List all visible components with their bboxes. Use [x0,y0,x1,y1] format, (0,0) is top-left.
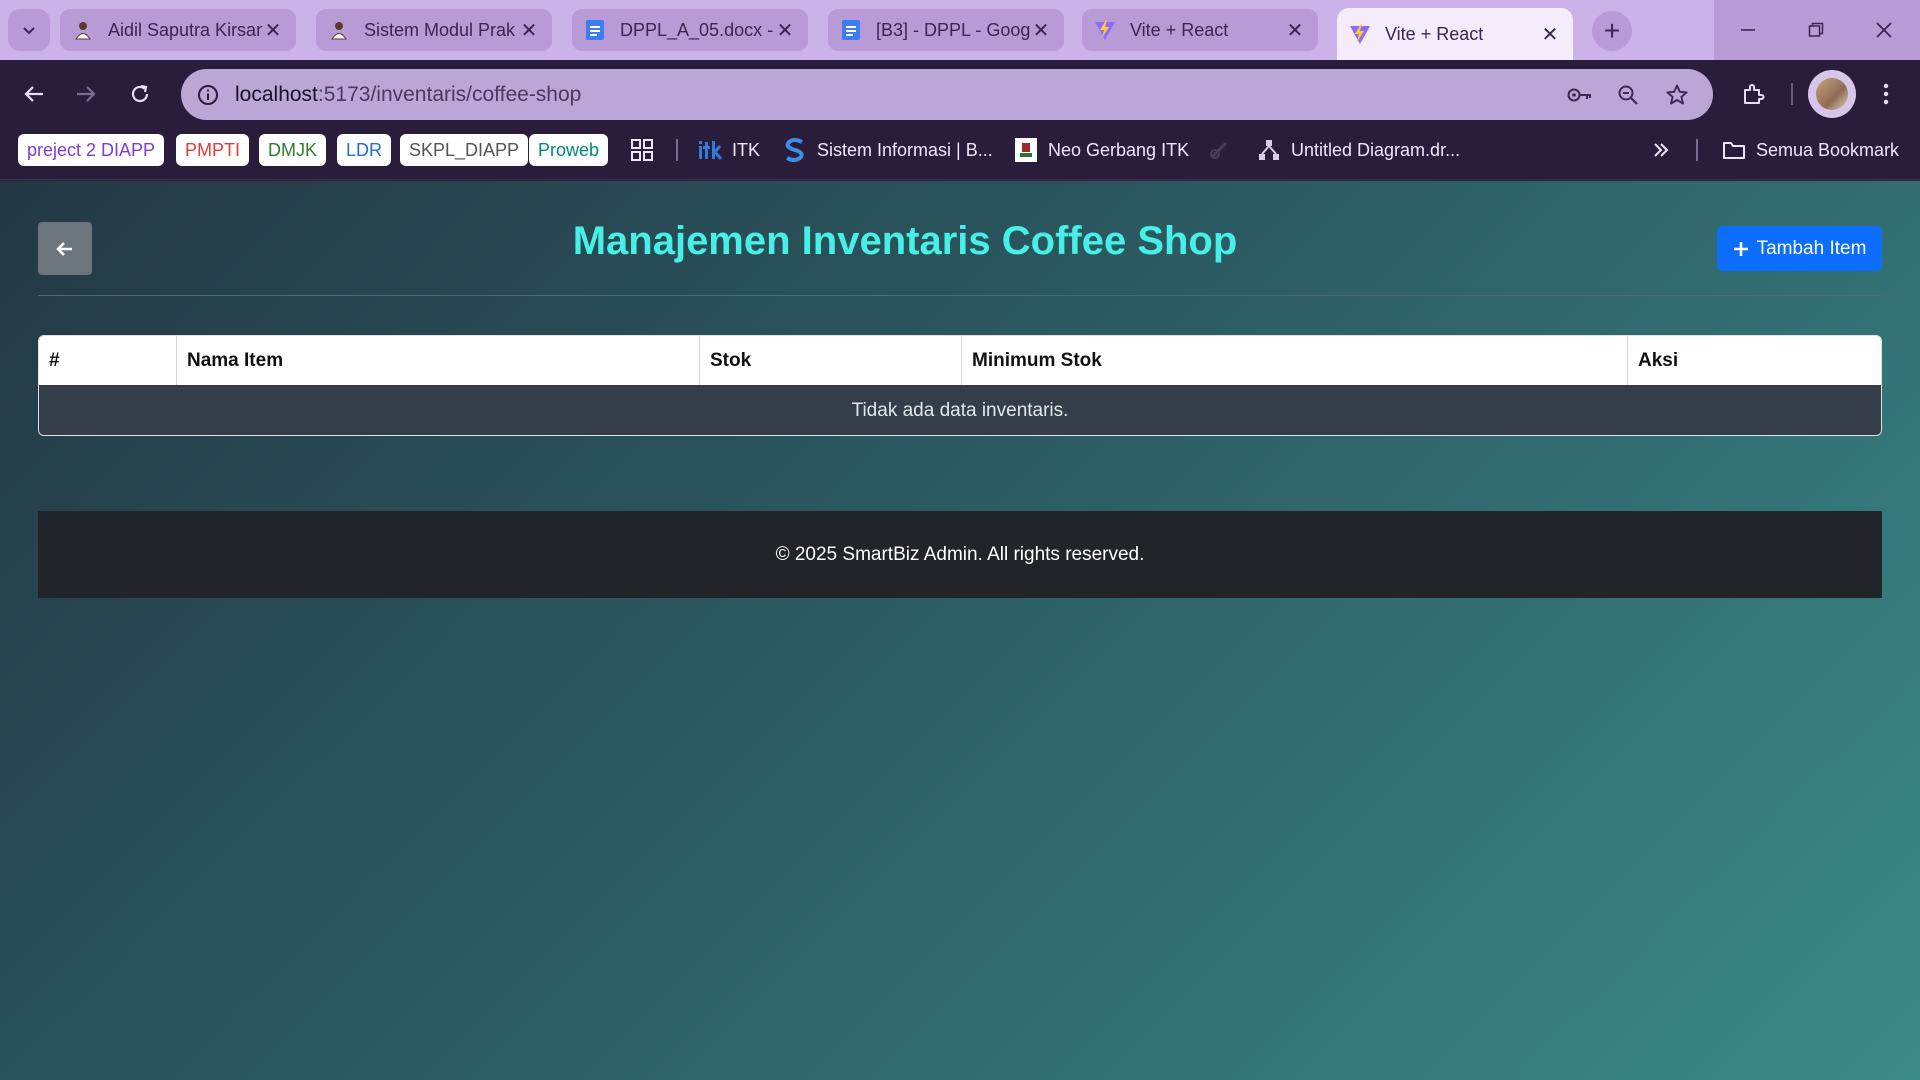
add-item-label: Tambah Item [1756,237,1867,259]
bookmark-label: Sistem Informasi | B... [817,139,993,160]
zoom-icon[interactable] [1611,78,1645,112]
page-title: Manajemen Inventaris Coffee Shop [572,219,1238,263]
column-header-stock: Stok [700,336,962,385]
tab[interactable]: Vite + React ✕ [1082,9,1318,51]
all-bookmarks-button[interactable]: Semua Bookmark [1722,134,1899,166]
toolbar-divider [1791,83,1793,105]
folder-icon [1722,138,1746,162]
tab-title: Aidil Saputra Kirsan [108,19,262,40]
docs-favicon-icon [584,19,606,41]
menu-dots-icon[interactable] [1866,74,1906,114]
extensions-icon[interactable] [1733,74,1773,114]
all-bookmarks-label: Semua Bookmark [1756,139,1900,160]
url-host: localhost [235,82,318,106]
bookmark-label: Untitled Diagram.dr... [1291,139,1461,160]
bookmark-chip[interactable]: PMPTI [176,134,250,166]
bookmark-chip[interactable]: DMJK [259,134,326,166]
si-icon [783,138,807,162]
url-text: localhost:5173/inventaris/coffee-shop [235,83,581,107]
tab[interactable]: DPPL_A_05.docx - ✕ [572,9,808,51]
column-header-item-name: Nama Item [177,336,700,385]
chevron-double-right-icon[interactable] [1652,134,1670,166]
address-bar[interactable]: localhost:5173/inventaris/coffee-shop [181,69,1713,120]
window-close-icon[interactable] [1850,0,1918,60]
plus-icon [1733,241,1749,257]
bookmark-chip[interactable]: Proweb [529,134,609,166]
tab-title: Vite + React [1130,19,1229,40]
close-icon[interactable]: ✕ [518,19,540,42]
close-icon[interactable]: ✕ [262,19,284,42]
tab-title: [B3] - DPPL - Goog [876,19,1030,40]
tab-search-button[interactable] [8,9,50,51]
bookmark-chip[interactable]: SKPL_DIAPP [400,134,529,166]
add-item-button[interactable]: Tambah Item [1717,226,1882,271]
neo-icon [1014,138,1038,162]
diagram-icon [1257,138,1281,162]
tab-active[interactable]: Vite + React ✕ [1337,8,1573,60]
minimize-icon[interactable] [1714,0,1782,60]
close-icon[interactable]: ✕ [1284,19,1306,42]
bookmark-neo-gerbang[interactable]: Neo Gerbang ITK [1014,134,1189,166]
vite-favicon-icon [1094,19,1116,41]
bookmark-untitled-diagram[interactable]: Untitled Diagram.dr... [1257,134,1460,166]
column-header-min-stock: Minimum Stok [962,336,1628,385]
docs-favicon-icon [840,19,862,41]
avatar[interactable] [1808,70,1856,118]
itk-icon [698,138,722,162]
bookmark-sistem-informasi[interactable]: Sistem Informasi | B... [783,134,993,166]
bookmark-chip[interactable]: preject 2 DIAPP [18,134,165,166]
forward-arrow-icon[interactable] [66,74,106,114]
site-info-icon[interactable] [191,78,225,112]
profile-photo [1816,78,1848,110]
browser-toolbar: localhost:5173/inventaris/coffee-shop [0,60,1920,128]
url-path: :5173/inventaris/coffee-shop [317,82,582,106]
header-divider [38,295,1882,296]
link-broken-icon[interactable] [1208,134,1230,166]
close-icon[interactable]: ✕ [1539,23,1561,46]
star-icon[interactable] [1660,78,1694,112]
profile-favicon-icon [72,19,94,41]
key-icon[interactable] [1563,78,1597,112]
apps-grid-icon[interactable] [630,134,654,166]
bookmark-separator [676,139,678,161]
column-header-actions: Aksi [1638,349,1679,371]
empty-state-message: Tidak ada data inventaris. [39,387,1881,435]
close-icon[interactable]: ✕ [1030,19,1052,42]
profile-favicon-icon [328,19,350,41]
close-icon[interactable]: ✕ [774,19,796,42]
tab-title: Vite + React [1385,23,1484,44]
footer-text: © 2025 SmartBiz Admin. All rights reserv… [775,543,1145,565]
vite-favicon-icon [1349,23,1371,45]
bookmark-label: ITK [732,139,761,160]
bookmark-label: Neo Gerbang ITK [1048,139,1190,160]
tab[interactable]: Aidil Saputra Kirsan ✕ [60,9,296,51]
tab-title: DPPL_A_05.docx - [620,19,774,40]
reload-icon[interactable] [120,74,160,114]
chevron-down-icon [23,27,35,35]
bookmark-chip[interactable]: LDR [337,134,392,166]
back-arrow-icon[interactable] [14,74,54,114]
tab[interactable]: [B3] - DPPL - Goog ✕ [828,9,1064,51]
column-header-number: # [39,336,177,385]
tab[interactable]: Sistem Modul Prak ✕ [316,9,552,51]
page-content: Manajemen Inventaris Coffee Shop Tambah … [0,181,1920,1080]
bookmark-itk[interactable]: ITK [698,134,760,166]
restore-icon[interactable] [1782,0,1850,60]
new-tab-button[interactable]: + [1592,11,1632,51]
footer: © 2025 SmartBiz Admin. All rights reserv… [38,511,1882,598]
tab-title: Sistem Modul Prak [364,19,516,40]
inventory-table: # Nama Item Stok Minimum Stok Aksi Tidak… [38,335,1882,436]
tab-strip: Aidil Saputra Kirsan ✕ Sistem Modul Prak… [0,0,1920,60]
table-header: # Nama Item Stok Minimum Stok Aksi [39,336,1881,387]
bookmark-separator [1696,139,1698,161]
